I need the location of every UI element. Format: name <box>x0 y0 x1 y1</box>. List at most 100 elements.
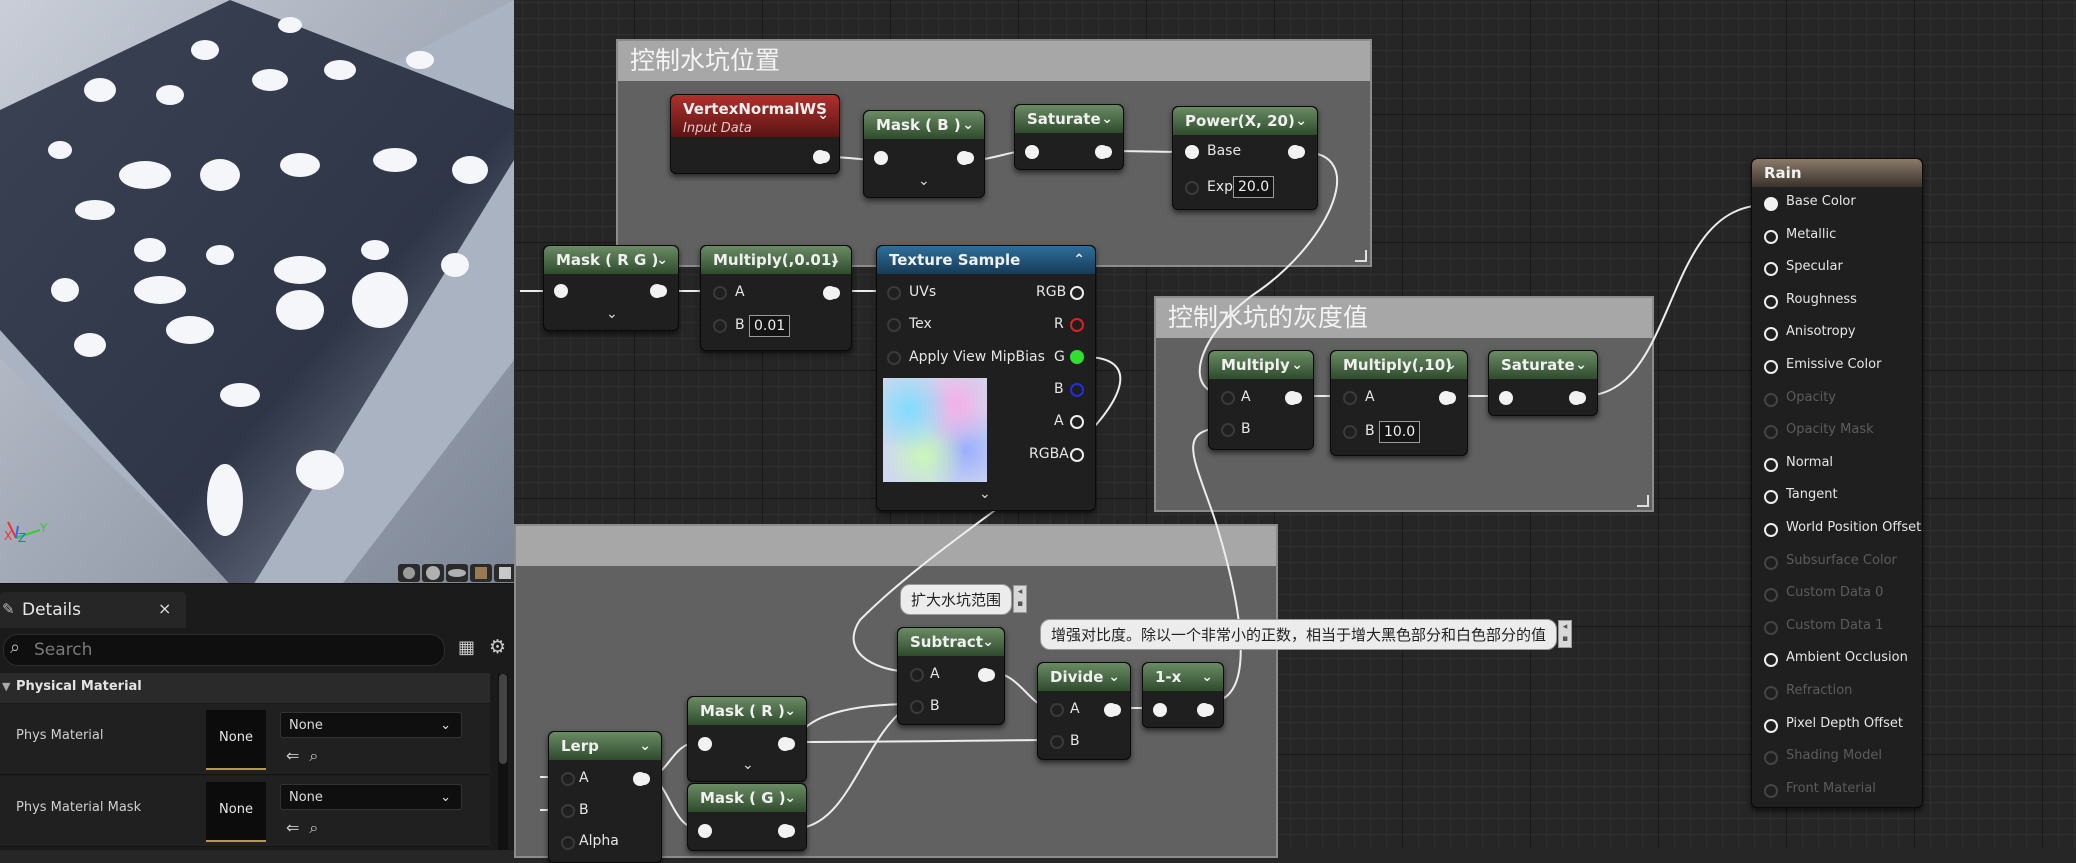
input-pin[interactable] <box>1499 391 1513 405</box>
chevron-down-icon[interactable]: ⌄ <box>1445 351 1457 379</box>
result-input-pin[interactable] <box>1764 751 1778 766</box>
result-input-pin[interactable] <box>1764 262 1778 277</box>
chevron-down-icon[interactable]: ⌄ <box>1101 105 1113 133</box>
result-input-pin[interactable] <box>1764 686 1778 700</box>
details-tab[interactable]: ✎ Details × <box>0 592 186 628</box>
output-pin-b[interactable] <box>1070 383 1084 397</box>
output-pin-rgb[interactable] <box>1070 286 1084 300</box>
expand-icon[interactable]: ⌄ <box>742 757 754 773</box>
input-pin[interactable] <box>1221 391 1235 405</box>
input-pin[interactable] <box>713 286 727 300</box>
output-pin[interactable] <box>778 824 792 838</box>
chevron-down-icon[interactable]: ⌄ <box>1575 351 1587 379</box>
input-pin[interactable] <box>561 804 575 818</box>
chevron-down-icon[interactable]: ⌄ <box>982 628 994 656</box>
node-mask-b[interactable]: Mask ( B ) ⌄ ⌄ <box>863 110 985 198</box>
output-pin[interactable] <box>1569 391 1583 405</box>
node-subtract[interactable]: Subtract ⌄ A B <box>897 627 1005 725</box>
output-pin-rgba[interactable] <box>1070 448 1084 462</box>
output-pin[interactable] <box>1104 703 1118 717</box>
input-pin[interactable] <box>713 319 727 333</box>
browse-arrow-icon[interactable]: ⌕ <box>309 818 328 837</box>
result-input-pin[interactable] <box>1764 229 1778 244</box>
output-pin-g[interactable] <box>1070 350 1084 364</box>
asset-picker-combo[interactable]: None ⌄ <box>280 712 462 738</box>
node-saturate[interactable]: Saturate ⌄ <box>1014 104 1124 170</box>
material-preview-viewport[interactable]: X Z Y <box>0 0 514 583</box>
input-pin[interactable] <box>1343 391 1357 405</box>
details-scrollbar[interactable] <box>498 674 508 850</box>
result-input-pin[interactable] <box>1764 620 1778 635</box>
output-pin-a[interactable] <box>1070 415 1084 429</box>
chevron-down-icon[interactable]: ⌄ <box>1291 351 1303 379</box>
output-pin[interactable] <box>1285 391 1299 405</box>
chevron-down-icon[interactable]: ⌄ <box>639 732 651 760</box>
chevron-down-icon[interactable]: ⌄ <box>1295 107 1307 135</box>
expand-icon[interactable]: ⌄ <box>979 486 991 502</box>
output-pin[interactable] <box>633 772 647 786</box>
close-icon[interactable]: × <box>158 599 171 618</box>
chevron-down-icon[interactable]: ⌄ <box>962 111 974 139</box>
input-pin[interactable] <box>1343 425 1357 439</box>
node-multiply-10[interactable]: Multiply(,10) ⌄ A B 10.0 <box>1330 350 1468 456</box>
comment-bubble-expand[interactable]: 扩大水坑范围 ◂ ▪ <box>900 584 1028 615</box>
input-pin[interactable] <box>561 836 575 850</box>
scrollbar-thumb[interactable] <box>499 674 507 764</box>
settings-gear-icon[interactable]: ⚙ <box>489 636 506 658</box>
output-pin[interactable] <box>778 737 792 751</box>
result-input-pin[interactable] <box>1764 653 1778 668</box>
resize-grip[interactable] <box>1355 250 1367 262</box>
input-pin[interactable] <box>1050 735 1064 749</box>
result-input-pin[interactable] <box>1764 523 1778 537</box>
result-input-pin[interactable] <box>1764 392 1778 407</box>
input-pin[interactable] <box>887 351 901 365</box>
node-multiply-0-01[interactable]: Multiply(,0.01) ⌄ A B 0.01 <box>700 245 852 351</box>
input-pin[interactable] <box>1050 703 1064 717</box>
asset-picker-combo[interactable]: None ⌄ <box>280 784 462 810</box>
input-pin[interactable] <box>1185 181 1199 195</box>
comment-title[interactable]: 控制水坑位置 <box>618 41 1370 81</box>
node-one-minus[interactable]: 1-x ⌄ <box>1142 662 1224 728</box>
input-pin[interactable] <box>561 772 575 786</box>
chevron-down-icon[interactable]: ⌄ <box>817 105 829 125</box>
chevron-down-icon[interactable]: ⌄ <box>784 784 796 812</box>
input-pin[interactable] <box>1185 145 1199 159</box>
input-pin[interactable] <box>910 700 924 714</box>
node-texture-sample[interactable]: Texture Sample ⌃ UVs Tex Apply View MipBi… <box>876 245 1096 511</box>
result-input-pin[interactable] <box>1764 783 1778 798</box>
output-pin[interactable] <box>813 150 827 164</box>
b-value-field[interactable]: 0.01 <box>749 315 791 337</box>
table-view-icon[interactable]: ▦ <box>458 637 475 658</box>
node-mask-r[interactable]: Mask ( R ) ⌄ ⌄ <box>687 696 807 782</box>
result-input-pin[interactable] <box>1764 457 1778 472</box>
asset-thumbnail[interactable]: None <box>206 782 266 842</box>
output-pin[interactable] <box>978 668 992 682</box>
exp-value-field[interactable]: 20.0 <box>1233 176 1275 198</box>
input-pin[interactable] <box>698 737 712 751</box>
result-input-pin[interactable] <box>1764 588 1778 603</box>
pin-bubble-icon[interactable]: ◂ ▪ <box>1013 585 1028 613</box>
output-pin[interactable] <box>1095 145 1109 159</box>
output-pin[interactable] <box>1197 703 1211 717</box>
input-pin[interactable] <box>910 668 924 682</box>
comment-title[interactable]: 控制水坑的灰度值 <box>1156 298 1652 338</box>
node-saturate[interactable]: Saturate ⌄ <box>1488 350 1598 416</box>
browse-arrow-icon[interactable]: ⌕ <box>309 746 328 765</box>
node-multiply[interactable]: Multiply ⌄ A B <box>1208 350 1314 450</box>
output-pin-r[interactable] <box>1070 318 1084 332</box>
node-power[interactable]: Power(X, 20) ⌄ Base Exp 20.0 <box>1172 106 1318 210</box>
output-pin[interactable] <box>650 284 664 298</box>
input-pin[interactable] <box>874 151 888 165</box>
pin-bubble-icon[interactable]: ◂ ▪ <box>1558 620 1573 648</box>
input-pin[interactable] <box>1221 423 1235 437</box>
chevron-down-icon[interactable]: ⌄ <box>784 697 796 725</box>
use-selected-icon[interactable]: ⇐ <box>286 818 309 837</box>
asset-thumbnail[interactable]: None <box>206 710 266 770</box>
chevron-down-icon[interactable]: ⌄ <box>829 246 841 274</box>
node-mask-g[interactable]: Mask ( G ) ⌄ <box>687 783 807 851</box>
output-pin[interactable] <box>957 151 971 165</box>
result-input-pin[interactable] <box>1764 555 1778 570</box>
input-pin[interactable] <box>887 286 901 300</box>
comment-bubble-contrast[interactable]: 增强对比度。除以一个非常小的正数，相当于增大黑色部分和白色部分的值 ◂ ▪ <box>1040 619 1573 650</box>
node-mask-rg[interactable]: Mask ( R G ) ⌄ ⌄ <box>543 245 679 331</box>
